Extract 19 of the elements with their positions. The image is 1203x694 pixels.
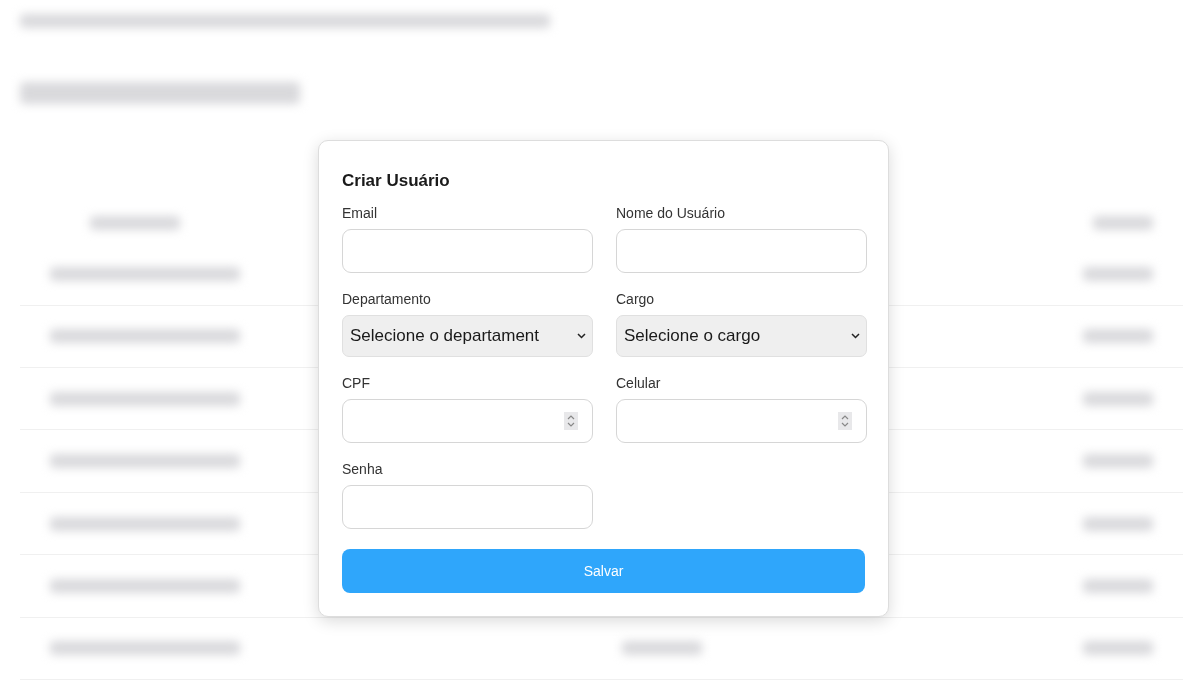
- input-field[interactable]: [342, 229, 593, 273]
- field-label: Departamento: [342, 291, 432, 307]
- field-label: Nome do Usuário: [616, 205, 726, 221]
- input-field[interactable]: [342, 485, 593, 529]
- spinner-icon[interactable]: [838, 412, 852, 430]
- chevron-down-icon: [851, 333, 860, 339]
- input-field[interactable]: [616, 229, 867, 273]
- dropdown-select[interactable]: Selecione o departament: [342, 315, 593, 357]
- field-label: Email: [342, 205, 378, 221]
- field-label: Celular: [616, 375, 662, 391]
- number-input-field[interactable]: [616, 399, 867, 443]
- field-label: CPF: [342, 375, 371, 391]
- chevron-down-icon: [577, 333, 586, 339]
- spinner-icon[interactable]: [564, 412, 578, 430]
- field-label: Senha: [342, 461, 384, 477]
- modal-title: Criar Usuário: [342, 171, 451, 191]
- number-input-field[interactable]: [342, 399, 593, 443]
- field-label: Cargo: [616, 291, 656, 307]
- dropdown-select[interactable]: Selecione o cargo: [616, 315, 867, 357]
